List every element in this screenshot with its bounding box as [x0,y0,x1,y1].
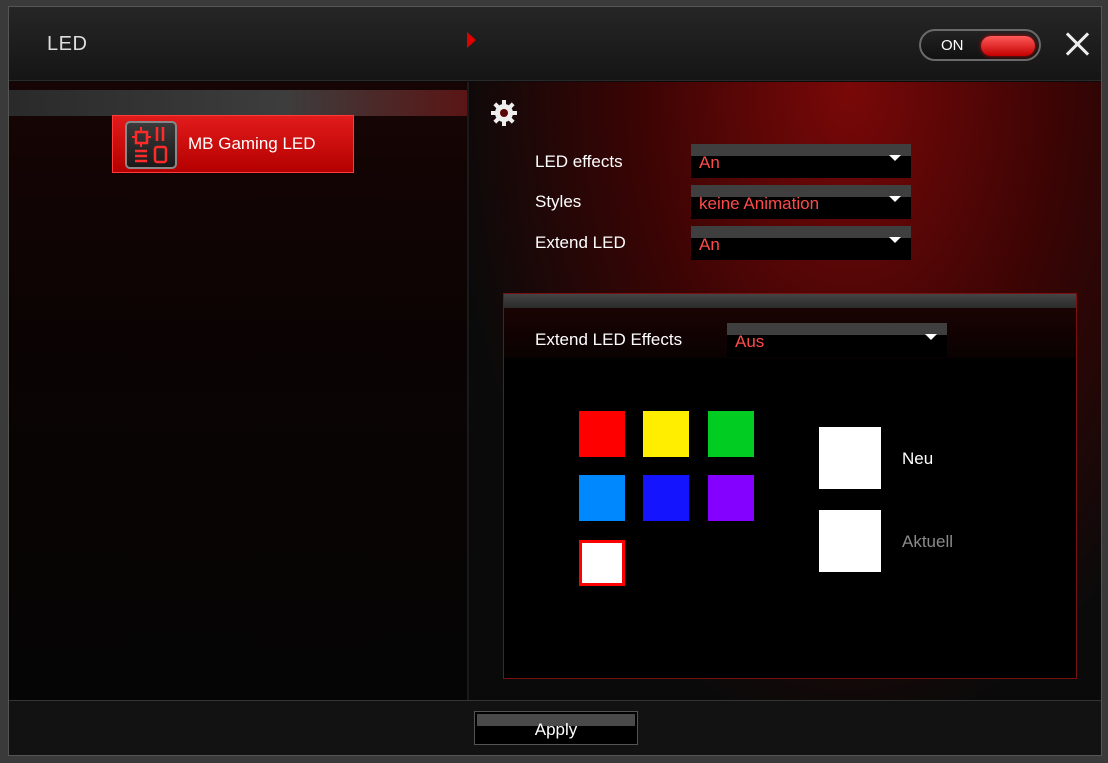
chevron-down-icon [889,196,901,202]
color-swatch-green[interactable] [708,411,754,457]
power-toggle-label: ON [941,37,964,54]
close-icon[interactable] [1063,29,1093,59]
selection-arrow-icon [467,32,476,48]
styles-label: Styles [535,192,582,211]
led-window: LED ON MB Gaming LED LED effects An Styl… [8,6,1102,756]
apply-button[interactable]: Apply [474,711,638,745]
extend-led-value: An [699,235,720,254]
led-effects-value: An [699,153,720,172]
led-effects-dropdown[interactable]: An [691,144,911,178]
chevron-down-icon [889,237,901,243]
chevron-down-icon [889,155,901,161]
current-color-preview [819,510,881,572]
window-title: LED [47,33,88,55]
color-swatch-red[interactable] [579,411,625,457]
extend-led-label: Extend LED [535,233,626,252]
chevron-down-icon [925,334,937,340]
gear-icon [489,98,519,128]
sidebar-item-label: MB Gaming LED [188,134,316,153]
color-swatch-purple[interactable] [708,475,754,521]
footer-bar: Apply [9,700,1101,755]
title-bar: LED ON [9,7,1101,81]
sidebar-item-mb-gaming-led[interactable]: MB Gaming LED [112,115,354,173]
extend-led-effects-panel: Extend LED Effects Aus Neu Aktuell [503,293,1077,679]
toggle-knob [981,36,1035,56]
power-toggle[interactable]: ON [919,29,1041,61]
color-swatch-white[interactable] [579,540,625,586]
extend-led-effects-label: Extend LED Effects [535,330,683,349]
sidebar: MB Gaming LED [9,82,467,700]
extend-led-effects-value: Aus [735,332,765,351]
color-swatch-yellow[interactable] [643,411,689,457]
led-effects-label: LED effects [535,152,623,171]
color-swatch-blue[interactable] [643,475,689,521]
extend-led-dropdown[interactable]: An [691,226,911,260]
motherboard-icon [125,121,177,169]
extend-led-effects-dropdown[interactable]: Aus [727,323,947,357]
current-color-label: Aktuell [902,532,954,551]
sidebar-header-strip [9,90,467,116]
led-settings-panel: LED effects An Styles keine Animation Ex… [469,82,1101,700]
styles-value: keine Animation [699,194,820,213]
apply-button-label: Apply [534,720,578,739]
color-swatch-light-blue[interactable] [579,475,625,521]
new-color-preview [819,427,881,489]
new-color-label: Neu [902,449,934,468]
styles-dropdown[interactable]: keine Animation [691,185,911,219]
